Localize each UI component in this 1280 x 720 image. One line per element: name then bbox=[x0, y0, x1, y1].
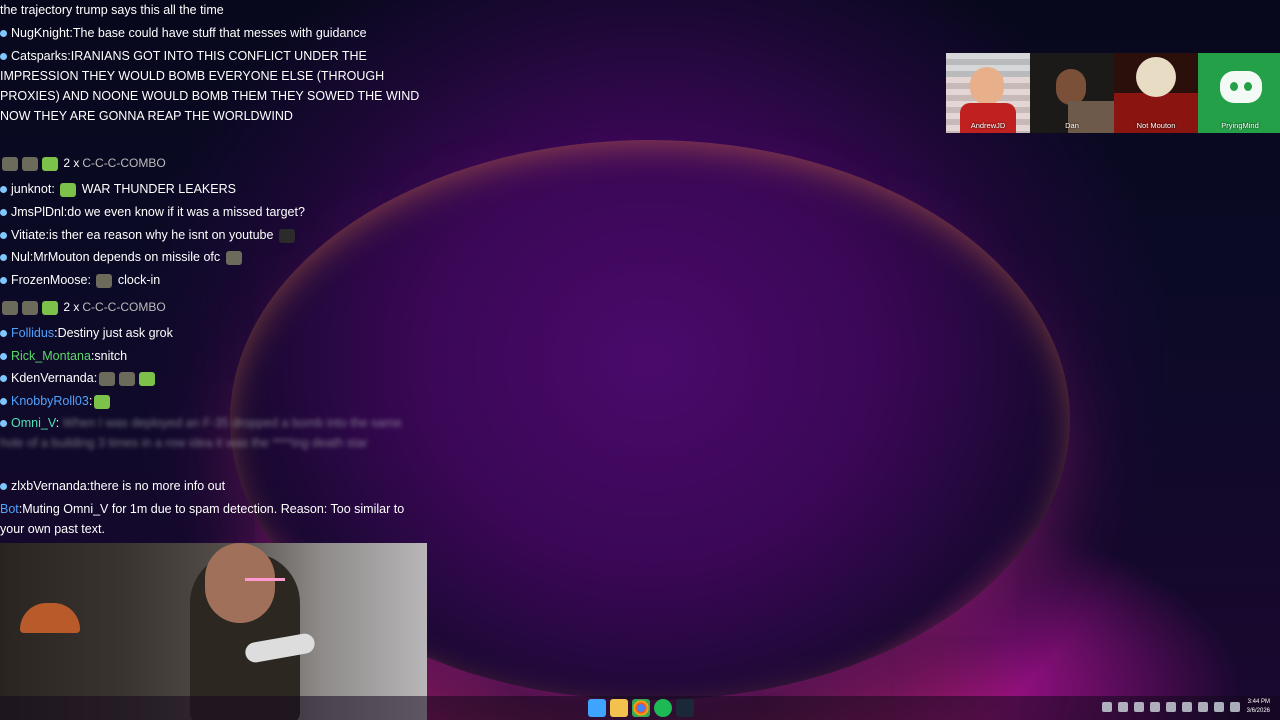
participant-name: AndrewJD bbox=[970, 121, 1006, 130]
username[interactable]: Follidus bbox=[11, 326, 54, 340]
chat-overlay: the trajectory trump says this all the t… bbox=[0, 0, 430, 540]
participant-name: Not Mouton bbox=[1136, 121, 1176, 130]
chat-line: Vitiate:is ther ea reason why he isnt on… bbox=[0, 225, 425, 245]
steam-icon[interactable] bbox=[676, 699, 694, 717]
username[interactable]: KnobbyRoll03 bbox=[11, 394, 89, 408]
chat-line: NugKnight:The base could have stuff that… bbox=[0, 23, 425, 43]
chat-line: KdenVernanda: bbox=[0, 368, 425, 388]
network-icon[interactable] bbox=[1214, 702, 1224, 712]
badge-icon bbox=[0, 375, 7, 383]
combo-line: 2 x C-C-C-COMBO bbox=[0, 153, 425, 173]
chat-line: Catsparks:IRANIANS GOT INTO THIS CONFLIC… bbox=[0, 49, 420, 123]
emote-icon bbox=[99, 371, 116, 386]
file-explorer-icon[interactable] bbox=[610, 699, 628, 717]
username[interactable]: NugKnight bbox=[11, 26, 69, 40]
username[interactable]: Rick_Montana bbox=[11, 349, 91, 363]
badge-icon bbox=[0, 483, 7, 491]
tray-app-icon[interactable] bbox=[1198, 702, 1208, 712]
chat-line: the trajectory trump says this all the t… bbox=[0, 3, 224, 17]
chat-line: zlxbVernanda:there is no more info out bbox=[0, 476, 425, 496]
username[interactable]: FrozenMoose bbox=[11, 273, 87, 287]
username[interactable]: JmsPlDnl bbox=[11, 205, 64, 219]
tray-app-icon[interactable] bbox=[1150, 702, 1160, 712]
badge-icon bbox=[0, 186, 7, 194]
username[interactable]: KdenVernanda bbox=[11, 371, 94, 385]
badge-icon bbox=[0, 330, 7, 338]
chat-line: Follidus:Destiny just ask grok bbox=[0, 323, 425, 343]
spotify-icon[interactable] bbox=[654, 699, 672, 717]
avatar bbox=[1136, 57, 1176, 97]
badge-icon bbox=[0, 209, 7, 217]
chat-line: Nul:MrMouton depends on missile ofc bbox=[0, 247, 425, 267]
participant-name: Dan bbox=[1065, 121, 1079, 130]
badge-icon bbox=[0, 353, 7, 361]
participant-cam[interactable]: AndrewJD bbox=[946, 53, 1030, 133]
emote-icon bbox=[42, 156, 58, 171]
chrome-icon[interactable] bbox=[632, 699, 650, 717]
emote-icon bbox=[42, 300, 58, 315]
badge-icon bbox=[0, 232, 7, 240]
clock[interactable]: 3:44 PM 3/6/2026 bbox=[1247, 698, 1270, 716]
tray-app-icon[interactable] bbox=[1134, 702, 1144, 712]
username[interactable]: Omni_V bbox=[11, 416, 56, 430]
username[interactable]: Vitiate bbox=[11, 228, 46, 242]
username[interactable]: junknot bbox=[11, 182, 51, 196]
badge-icon bbox=[0, 30, 7, 38]
light-strip bbox=[245, 578, 285, 581]
chat-line: Rick_Montana:snitch bbox=[0, 346, 425, 366]
username[interactable]: Bot bbox=[0, 502, 19, 516]
participant-cam[interactable]: Not Mouton bbox=[1114, 53, 1198, 133]
combo-line: 2 x C-C-C-COMBO bbox=[0, 297, 425, 317]
participant-cam[interactable]: PryingMind bbox=[1198, 53, 1280, 133]
face bbox=[970, 67, 1004, 105]
badge-icon bbox=[0, 398, 7, 406]
system-tray bbox=[1096, 702, 1240, 712]
tray-app-icon[interactable] bbox=[1118, 702, 1128, 712]
discord-icon bbox=[1220, 71, 1262, 103]
emote-icon bbox=[278, 228, 295, 243]
steam-tray-icon[interactable] bbox=[1182, 702, 1192, 712]
volume-icon[interactable] bbox=[1230, 702, 1240, 712]
emote-icon bbox=[22, 156, 38, 171]
clock-time: 3:44 PM bbox=[1247, 699, 1270, 705]
chat-line: JmsPlDnl:do we even know if it was a mis… bbox=[0, 202, 425, 222]
windows-start-icon[interactable] bbox=[588, 699, 606, 717]
username[interactable]: zlxbVernanda bbox=[11, 479, 87, 493]
tray-chevron-icon[interactable] bbox=[1102, 702, 1112, 712]
participant-cam[interactable]: Dan bbox=[1030, 53, 1114, 133]
chat-line: FrozenMoose: clock-in bbox=[0, 270, 425, 290]
emote-icon bbox=[60, 182, 77, 197]
streamer-webcam bbox=[0, 543, 427, 720]
username[interactable]: Nul bbox=[11, 250, 30, 264]
emote-icon bbox=[2, 156, 18, 171]
emote-icon bbox=[22, 300, 38, 315]
emote-icon bbox=[139, 371, 156, 386]
badge-icon bbox=[0, 277, 7, 285]
emote-icon bbox=[225, 250, 242, 265]
badge-icon bbox=[0, 53, 7, 61]
taskbar-apps bbox=[588, 699, 698, 717]
emote-icon bbox=[2, 300, 18, 315]
badge-icon bbox=[0, 420, 7, 428]
call-participants: AndrewJD Dan Not Mouton PryingMind bbox=[946, 53, 1280, 133]
chat-line: junknot: WAR THUNDER LEAKERS bbox=[0, 179, 425, 199]
emote-icon bbox=[119, 371, 136, 386]
username[interactable]: Catsparks bbox=[11, 49, 67, 63]
taskbar: 3:44 PM 3/6/2026 bbox=[0, 696, 1280, 720]
lamp-icon bbox=[20, 603, 80, 633]
chat-line: Bot:Muting Omni_V for 1m due to spam det… bbox=[0, 502, 405, 536]
chat-line: KnobbyRoll03: bbox=[0, 391, 425, 411]
badge-icon bbox=[0, 254, 7, 262]
chat-line: Omni_V: When I was deployed an F-35 drop… bbox=[0, 416, 402, 450]
emote-icon bbox=[96, 273, 113, 288]
clock-date: 3/6/2026 bbox=[1246, 708, 1270, 714]
streamer-head bbox=[205, 543, 275, 623]
face bbox=[1056, 69, 1086, 105]
participant-name: PryingMind bbox=[1221, 121, 1259, 130]
emote-icon bbox=[94, 394, 111, 409]
tray-app-icon[interactable] bbox=[1166, 702, 1176, 712]
